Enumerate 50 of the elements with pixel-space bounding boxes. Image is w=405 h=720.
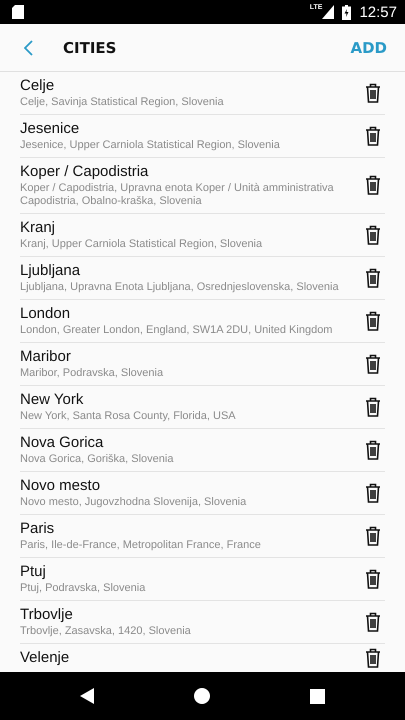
city-address: Ljubljana, Upravna Enota Ljubljana, Osrednjeslovenska, Slovenia <box>20 281 340 294</box>
city-address: Novo mesto, Jugovzhodna Slovenija, Slovenia <box>20 496 248 509</box>
trash-icon[interactable] <box>365 396 381 416</box>
battery-icon <box>342 4 352 20</box>
city-address: Paris, Ile-de-France, Metropolitan France, France <box>20 539 262 552</box>
trash-icon[interactable] <box>365 648 381 668</box>
city-address: Maribor, Podravska, Slovenia <box>20 367 164 380</box>
city-name: Novo mesto <box>20 476 102 496</box>
recents-icon[interactable] <box>310 688 325 704</box>
add-button[interactable]: ADD <box>346 34 391 60</box>
trash-icon[interactable] <box>365 526 381 546</box>
trash-icon[interactable] <box>365 82 381 102</box>
signal-icon <box>322 5 334 19</box>
city-name: Velenje <box>20 648 70 668</box>
sd-card-icon <box>12 5 24 19</box>
city-address: Ptuj, Podravska, Slovenia <box>20 582 146 595</box>
clock: 12:57 <box>359 4 397 20</box>
city-name: Ljubljana <box>20 261 82 281</box>
trash-icon[interactable] <box>365 126 381 146</box>
city-address: Kranj, Upper Carniola Statistical Region, Slovenia <box>20 238 264 251</box>
city-address: New York, Santa Rosa County, Florida, USA <box>20 410 237 423</box>
city-name: Kranj <box>20 218 56 238</box>
trash-icon[interactable] <box>365 310 381 330</box>
back-icon[interactable] <box>80 688 94 704</box>
trash-icon[interactable] <box>365 224 381 244</box>
city-address: Jesenice, Upper Carniola Statistical Region, Slovenia <box>20 139 281 152</box>
trash-icon[interactable] <box>365 175 381 195</box>
city-address: Nova Gorica, Goriška, Slovenia <box>20 453 174 466</box>
city-address: Trbovlje, Zasavska, 1420, Slovenia <box>20 625 192 638</box>
home-icon[interactable] <box>194 688 210 704</box>
city-name: Koper / Capodistria <box>20 162 150 182</box>
city-name: London <box>20 304 72 324</box>
city-name: Jesenice <box>20 119 80 139</box>
city-name: Ptuj <box>20 562 47 582</box>
trash-icon[interactable] <box>365 482 381 502</box>
trash-icon[interactable] <box>365 568 381 588</box>
city-name: Paris <box>20 519 56 539</box>
city-name: Maribor <box>20 347 72 367</box>
trash-icon[interactable] <box>365 268 381 288</box>
trash-icon[interactable] <box>365 440 381 460</box>
screen-title: CITIES <box>63 38 118 56</box>
city-address: London, Greater London, England, SW1A 2DU, United Kingdom <box>20 324 334 337</box>
city-name: New York <box>20 390 84 410</box>
trash-icon[interactable] <box>365 612 381 632</box>
city-address: Celje, Savinja Statistical Region, Slovenia <box>20 96 225 109</box>
trash-icon[interactable] <box>365 354 381 374</box>
city-name: Celje <box>20 76 56 96</box>
city-name: Nova Gorica <box>20 433 104 453</box>
city-name: Trbovlje <box>20 605 74 625</box>
city-address: Koper / Capodistria, Upravna enota Koper / Unità amministrativa Capodistria, Obalno-kraška, Slovenia <box>20 182 335 208</box>
